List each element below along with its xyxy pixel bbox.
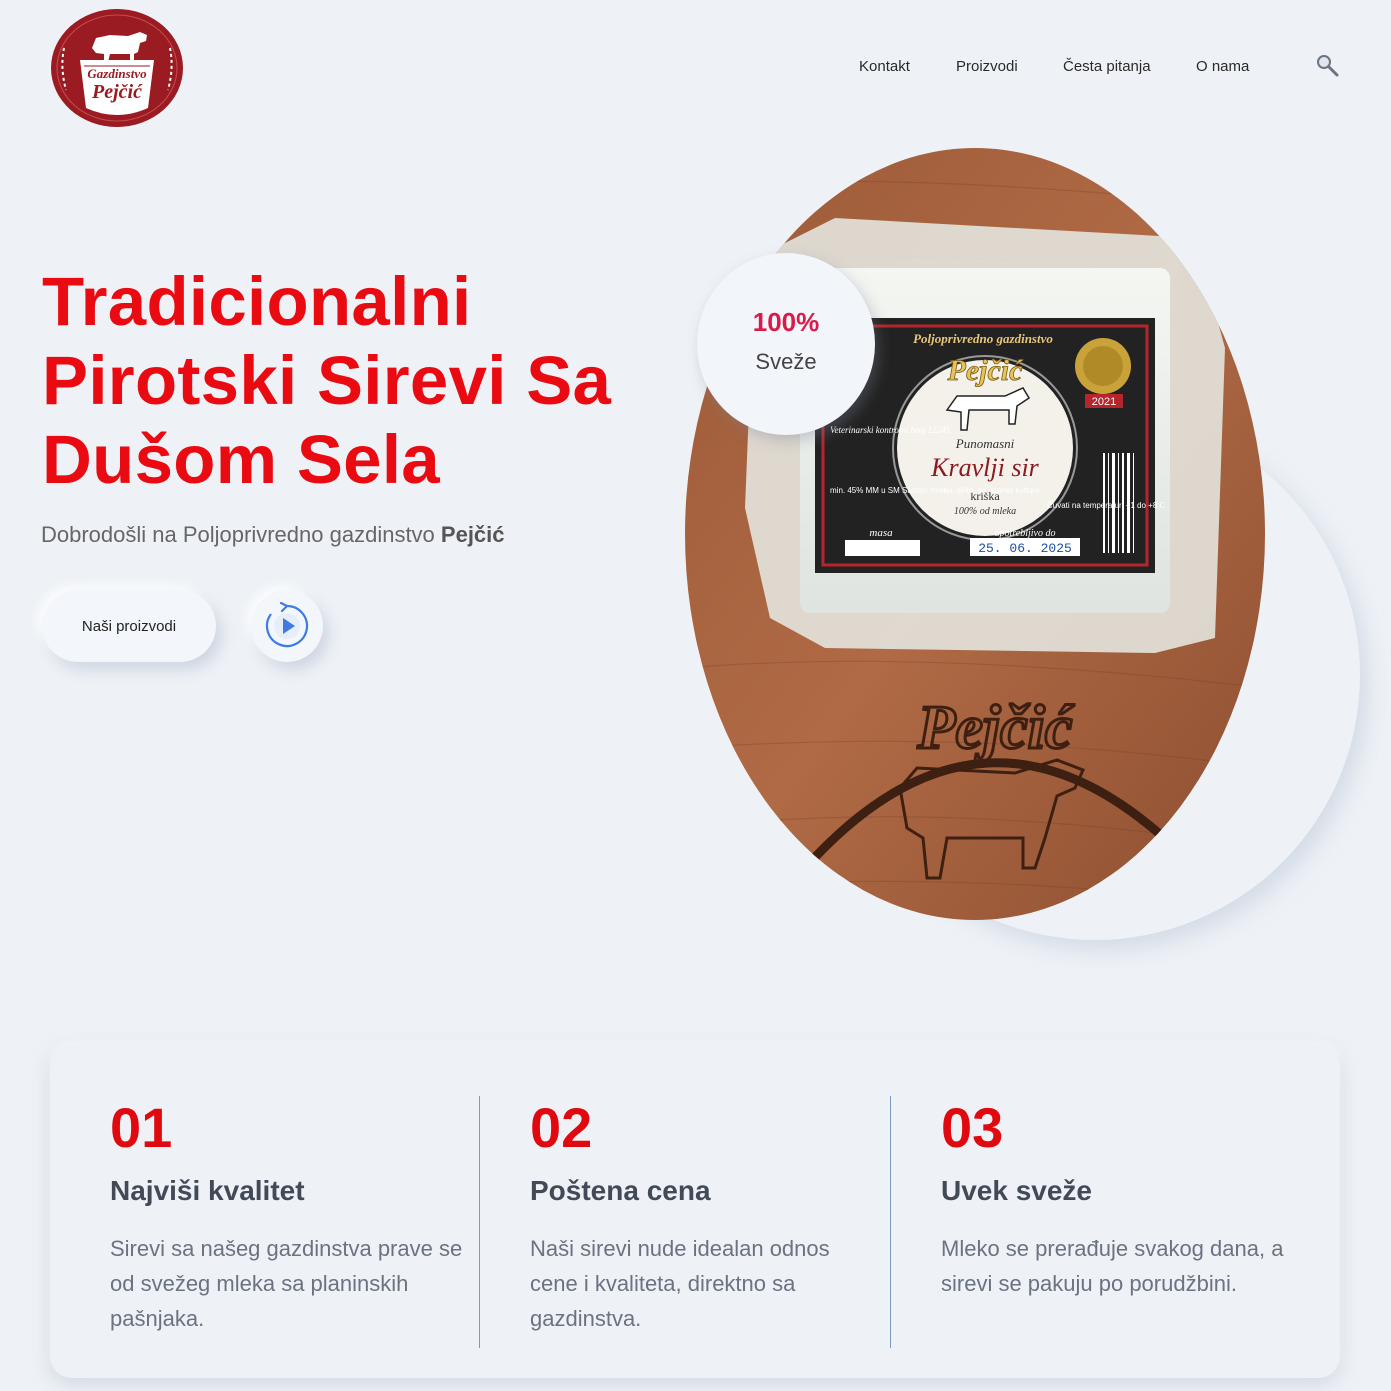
label-product-sub: Punomasni bbox=[955, 436, 1015, 451]
search-icon[interactable] bbox=[1316, 54, 1340, 78]
feature-text: Naši sirevi nude idealan odnos cene i kv… bbox=[530, 1236, 830, 1331]
hero-title: Tradicionalni Pirotski Sirevi Sa Dušom S… bbox=[42, 262, 682, 499]
label-year: 2021 bbox=[1092, 396, 1116, 408]
hero-title-line-3: Dušom Sela bbox=[42, 421, 440, 498]
label-brand: Pejčić bbox=[947, 354, 1025, 387]
nav-item-o-nama[interactable]: O nama bbox=[1196, 58, 1249, 75]
label-best-before: 25. 06. 2025 bbox=[978, 541, 1072, 556]
hero-title-line-1: Tradicionalni bbox=[42, 263, 472, 340]
freshness-value: 100% bbox=[752, 307, 820, 337]
play-video-button[interactable] bbox=[251, 590, 323, 662]
label-milk: 100% od mleka bbox=[954, 506, 1016, 517]
hero-title-line-2: Pirotski Sirevi Sa bbox=[42, 342, 612, 419]
feature-number: 03 bbox=[941, 1096, 1004, 1159]
feature-text: Mleko se prerađuje svakog dana, a sirevi… bbox=[941, 1236, 1284, 1296]
nav-item-kontakt[interactable]: Kontakt bbox=[859, 58, 910, 75]
play-icon bbox=[265, 602, 309, 648]
label-mass: masa bbox=[869, 527, 893, 539]
feature-title: Najviši kvalitet bbox=[110, 1175, 305, 1206]
label-vet: Veterinarski kontrolni broj 12245 bbox=[830, 425, 951, 435]
label-composition: min. 45% MM u SM Sastav: mleko, sirilo, … bbox=[830, 486, 1042, 495]
freshness-label: Sveže bbox=[755, 349, 817, 374]
hero-subtitle-text: Dobrodošli na Poljoprivredno gazdinstvo bbox=[41, 522, 441, 547]
feature-number: 01 bbox=[110, 1096, 173, 1159]
label-product: Kravlji sir bbox=[930, 453, 1040, 482]
logo-line-2: Pejčić bbox=[91, 81, 143, 103]
hero-subtitle: Dobrodošli na Poljoprivredno gazdinstvo … bbox=[41, 522, 505, 548]
main-nav: Kontakt Proizvodi Česta pitanja O nama bbox=[0, 58, 1391, 80]
label-storage: Čuvati na temperaturi +1 do +8 C bbox=[1047, 501, 1166, 510]
hero-subtitle-brand: Pejčić bbox=[440, 522, 505, 547]
feature-number: 02 bbox=[530, 1096, 593, 1159]
our-products-button[interactable]: Naši proizvodi bbox=[42, 590, 216, 662]
board-brand: Pejčić bbox=[917, 694, 1075, 762]
nav-item-proizvodi[interactable]: Proizvodi bbox=[956, 58, 1018, 75]
feature-divider bbox=[890, 1096, 891, 1348]
feature-text: Sirevi sa našeg gazdinstva prave se od s… bbox=[110, 1236, 463, 1331]
nav-item-cesta-pitanja[interactable]: Česta pitanja bbox=[1063, 58, 1151, 75]
label-header: Poljoprivredno gazdinstvo bbox=[913, 331, 1053, 346]
label-best-before-label: upotrebljivo do bbox=[994, 528, 1055, 539]
feature-title: Uvek sveže bbox=[941, 1175, 1093, 1206]
freshness-badge: 100% Sveže bbox=[697, 253, 875, 435]
feature-divider bbox=[479, 1096, 480, 1348]
feature-title: Poštena cena bbox=[530, 1175, 711, 1206]
features-card: 01 Najviši kvalitet Sirevi sa našeg gazd… bbox=[50, 1045, 1340, 1378]
